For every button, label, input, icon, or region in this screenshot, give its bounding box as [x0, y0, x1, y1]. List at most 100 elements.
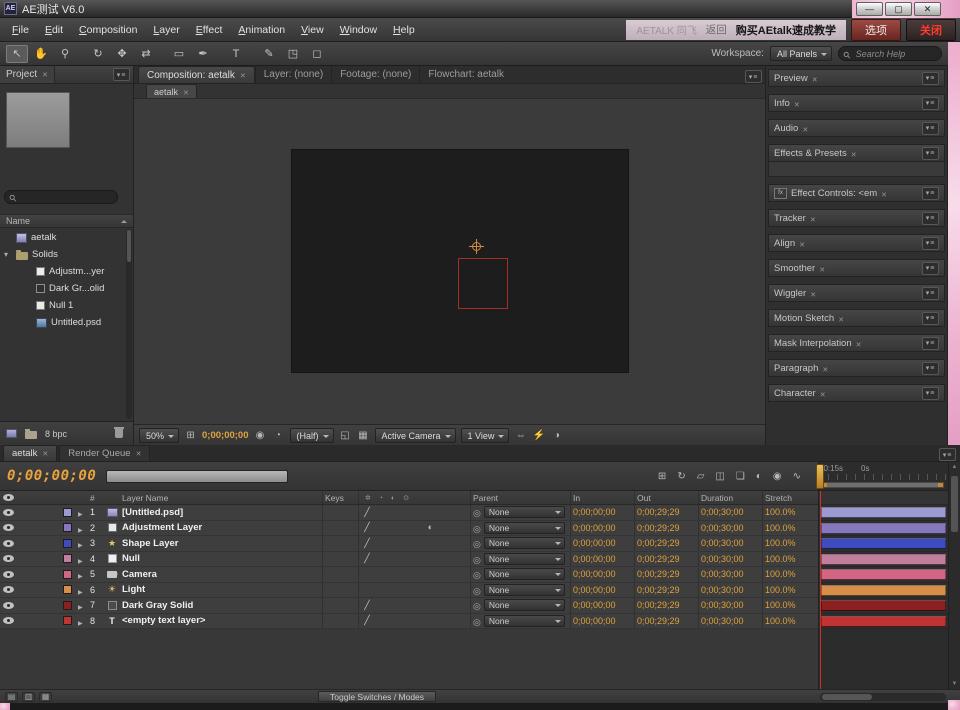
composition-frame[interactable] — [292, 150, 628, 372]
magnification-dropdown[interactable]: 50% — [139, 428, 179, 443]
help-search-input[interactable] — [854, 48, 932, 60]
layer-solo-toggle[interactable] — [32, 536, 45, 551]
choose-grid-and-guides-icon[interactable]: ⊞ — [184, 430, 197, 441]
parent-pickwhip-icon[interactable] — [473, 614, 481, 629]
layer-duration-bar[interactable] — [821, 600, 946, 611]
close-icon[interactable] — [240, 70, 246, 81]
layer-lock-toggle[interactable] — [45, 521, 58, 536]
panel-header[interactable]: Preview — [768, 69, 945, 87]
layer-color-swatch[interactable] — [63, 508, 72, 517]
panel-menu-icon[interactable] — [922, 337, 939, 350]
layer-solo-toggle[interactable] — [32, 521, 45, 536]
layer-duration-value[interactable]: 0;00;30;00 — [698, 521, 762, 536]
close-button[interactable]: ✕ — [914, 2, 941, 16]
quality-switch[interactable] — [359, 614, 375, 629]
adjustment-layer-switch[interactable] — [422, 521, 438, 536]
layer-audio-toggle[interactable] — [16, 614, 32, 629]
layer-color-swatch[interactable] — [63, 539, 72, 548]
pan-behind-tool[interactable]: ⇄ — [135, 45, 157, 63]
layer-solo-toggle[interactable] — [32, 598, 45, 613]
layer-visibility-toggle[interactable] — [0, 505, 16, 520]
quality-switch[interactable] — [359, 536, 375, 551]
panel-menu-icon[interactable] — [922, 122, 939, 135]
pan-camera-tool[interactable]: ✥ — [111, 45, 133, 63]
layer-audio-toggle[interactable] — [16, 583, 32, 598]
parent-pickwhip-icon[interactable] — [473, 552, 481, 567]
layer-duration-value[interactable]: 0;00;30;00 — [698, 598, 762, 613]
layer-lock-toggle[interactable] — [45, 567, 58, 582]
layer-audio-toggle[interactable] — [16, 521, 32, 536]
mask-shape-tool[interactable]: ▭ — [168, 45, 190, 63]
layer-visibility-toggle[interactable] — [0, 536, 16, 551]
parent-dropdown[interactable]: None — [484, 522, 565, 534]
layer-stretch-value[interactable]: 100.0% — [762, 505, 818, 520]
panel-header[interactable]: Character — [768, 384, 945, 402]
expand-layer-switches-icon[interactable]: ▤ — [5, 692, 18, 702]
layer-lock-toggle[interactable] — [45, 505, 58, 520]
layer-stretch-value[interactable]: 100.0% — [762, 552, 818, 567]
tab-timeline-aetalk[interactable]: aetalk — [3, 445, 57, 461]
parent-pickwhip-icon[interactable] — [473, 521, 481, 536]
panel-menu-icon[interactable] — [922, 72, 939, 85]
layer-duration-bar[interactable] — [821, 538, 946, 549]
menu-layer[interactable]: Layer — [145, 19, 187, 41]
close-icon[interactable] — [851, 144, 857, 162]
project-item-null[interactable]: Null 1 — [0, 297, 126, 314]
minimize-button[interactable]: — — [856, 2, 883, 16]
layer-visibility-toggle[interactable] — [0, 583, 16, 598]
layer-solo-toggle[interactable] — [32, 614, 45, 629]
tab-footage[interactable]: Footage: (none) — [331, 66, 419, 83]
parent-dropdown[interactable]: None — [484, 553, 565, 565]
layer-duration-bar[interactable] — [821, 554, 946, 565]
layer-lock-toggle[interactable] — [45, 536, 58, 551]
parent-dropdown[interactable]: None — [484, 506, 565, 518]
layer-in-value[interactable]: 0;00;00;00 — [570, 521, 634, 536]
layer-duration-value[interactable]: 0;00;30;00 — [698, 552, 762, 567]
fast-previews-icon[interactable]: ⚡ — [532, 430, 545, 441]
expand-transfer-controls-icon[interactable]: ▥ — [22, 692, 35, 702]
parent-dropdown[interactable]: None — [484, 537, 565, 549]
close-icon[interactable] — [820, 384, 826, 402]
resolution-dropdown[interactable]: (Half) — [290, 428, 334, 443]
layer-name[interactable]: [Untitled.psd] — [120, 505, 322, 520]
close-icon[interactable] — [881, 184, 887, 202]
project-item-aetalk[interactable]: aetalk — [0, 229, 126, 246]
quality-switch[interactable] — [359, 552, 375, 567]
menu-edit[interactable]: Edit — [37, 19, 71, 41]
layer-out-value[interactable]: 0;00;29;29 — [634, 598, 698, 613]
layer-in-value[interactable]: 0;00;00;00 — [570, 567, 634, 582]
layer-duration-value[interactable]: 0;00;30;00 — [698, 567, 762, 582]
clone-stamp-tool[interactable]: ◳ — [282, 45, 304, 63]
layer-name[interactable]: Camera — [120, 567, 322, 582]
panel-header[interactable]: Tracker — [768, 209, 945, 227]
panel-menu-icon[interactable] — [922, 147, 939, 160]
panel-header[interactable]: Audio — [768, 119, 945, 137]
layer-audio-toggle[interactable] — [16, 552, 32, 567]
workspace-dropdown[interactable]: All Panels — [770, 46, 832, 61]
new-folder-icon[interactable] — [25, 431, 37, 439]
layer-color-swatch[interactable] — [63, 585, 72, 594]
layer-visibility-toggle[interactable] — [0, 598, 16, 613]
panel-header[interactable]: Mask Interpolation — [768, 334, 945, 352]
layer-stretch-value[interactable]: 100.0% — [762, 521, 818, 536]
layer-out-value[interactable]: 0;00;29;29 — [634, 567, 698, 582]
viewer-timecode[interactable]: 0;00;00;00 — [202, 430, 248, 441]
layer-in-value[interactable]: 0;00;00;00 — [570, 536, 634, 551]
panel-menu-icon[interactable] — [922, 187, 939, 200]
promo-text[interactable]: 购买AEtalk速成教学 — [736, 22, 836, 38]
panel-menu-icon[interactable] — [922, 262, 939, 275]
menu-animation[interactable]: Animation — [230, 19, 293, 41]
panel-header[interactable]: Info — [768, 94, 945, 112]
layer-expand-arrow[interactable] — [76, 521, 88, 536]
tab-layer[interactable]: Layer: (none) — [255, 66, 331, 83]
layer-expand-arrow[interactable] — [76, 598, 88, 613]
layer-expand-arrow[interactable] — [76, 505, 88, 520]
trash-icon[interactable] — [115, 429, 123, 438]
current-time-indicator[interactable] — [820, 491, 821, 689]
project-item-solids[interactable]: Solids — [0, 246, 126, 263]
panel-menu-icon[interactable] — [922, 287, 939, 300]
menu-view[interactable]: View — [293, 19, 332, 41]
draft-3d-icon[interactable]: ▱ — [697, 471, 705, 482]
graph-editor-icon[interactable]: ∿ — [793, 471, 801, 482]
layer-stretch-value[interactable]: 100.0% — [762, 567, 818, 582]
